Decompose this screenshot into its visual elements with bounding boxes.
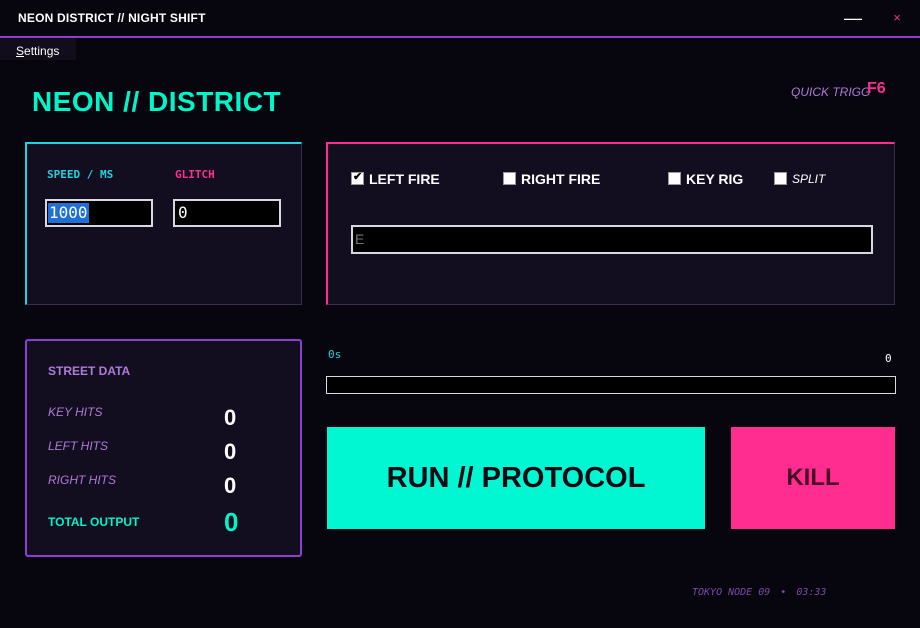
right-hits-value: 0 <box>224 473 237 498</box>
key-input[interactable] <box>355 229 855 249</box>
count-readout: 0 <box>885 352 892 365</box>
timer-readout: 0s <box>328 348 342 361</box>
total-output-value: 0 <box>224 507 239 537</box>
minimize-button[interactable]: — <box>838 6 868 30</box>
right-hits-label: RIGHT HITS <box>48 473 116 487</box>
right-fire-label: RIGHT FIRE <box>521 171 601 187</box>
quick-trigger-label: QUICK TRIGG <box>791 85 871 99</box>
left-hits-value: 0 <box>224 439 237 464</box>
key-hits-value: 0 <box>224 405 237 430</box>
quick-trigger-key: F6 <box>867 80 886 97</box>
options-panel <box>326 142 895 305</box>
stats-title: STREET DATA <box>48 364 131 378</box>
left-hits-label: LEFT HITS <box>48 439 109 453</box>
check-icon: ✔ <box>353 171 363 183</box>
key-rig-label: KEY RIG <box>686 171 744 187</box>
run-protocol-button[interactable]: RUN // PROTOCOL <box>327 427 705 529</box>
node-name: TOKYO NODE 09 <box>692 587 771 598</box>
checkbox-box: ✔ <box>351 171 364 185</box>
close-button[interactable]: × <box>882 6 912 30</box>
split-label: SPLIT <box>792 172 826 186</box>
window-title: NEON DISTRICT // NIGHT SHIFT <box>18 11 206 25</box>
checkbox-box <box>668 172 681 185</box>
brand-title: NEON // DISTRICT <box>32 86 282 117</box>
progress-bar <box>326 376 896 394</box>
clock-time: 03:33 <box>796 587 827 598</box>
speed-label: SPEED / MS <box>47 168 114 181</box>
checkbox-box <box>503 172 516 185</box>
glitch-label: GLITCH <box>175 168 215 181</box>
kill-button[interactable]: KILL <box>731 427 895 529</box>
checkbox-box <box>774 172 787 185</box>
key-hits-label: KEY HITS <box>48 405 103 419</box>
total-output-label: TOTAL OUTPUT <box>48 515 140 529</box>
glitch-input[interactable]: 0 <box>173 199 281 227</box>
status-footer: TOKYO NODE 09 • 03:33 <box>692 587 826 598</box>
glitch-value: 0 <box>178 203 188 222</box>
speed-input[interactable]: 1000 <box>45 199 153 227</box>
key-field[interactable] <box>351 225 873 254</box>
left-fire-label: LEFT FIRE <box>369 171 440 187</box>
separator-dot: • <box>780 587 787 598</box>
menu-settings[interactable]: Settings <box>16 44 59 58</box>
speed-value: 1000 <box>48 203 89 223</box>
